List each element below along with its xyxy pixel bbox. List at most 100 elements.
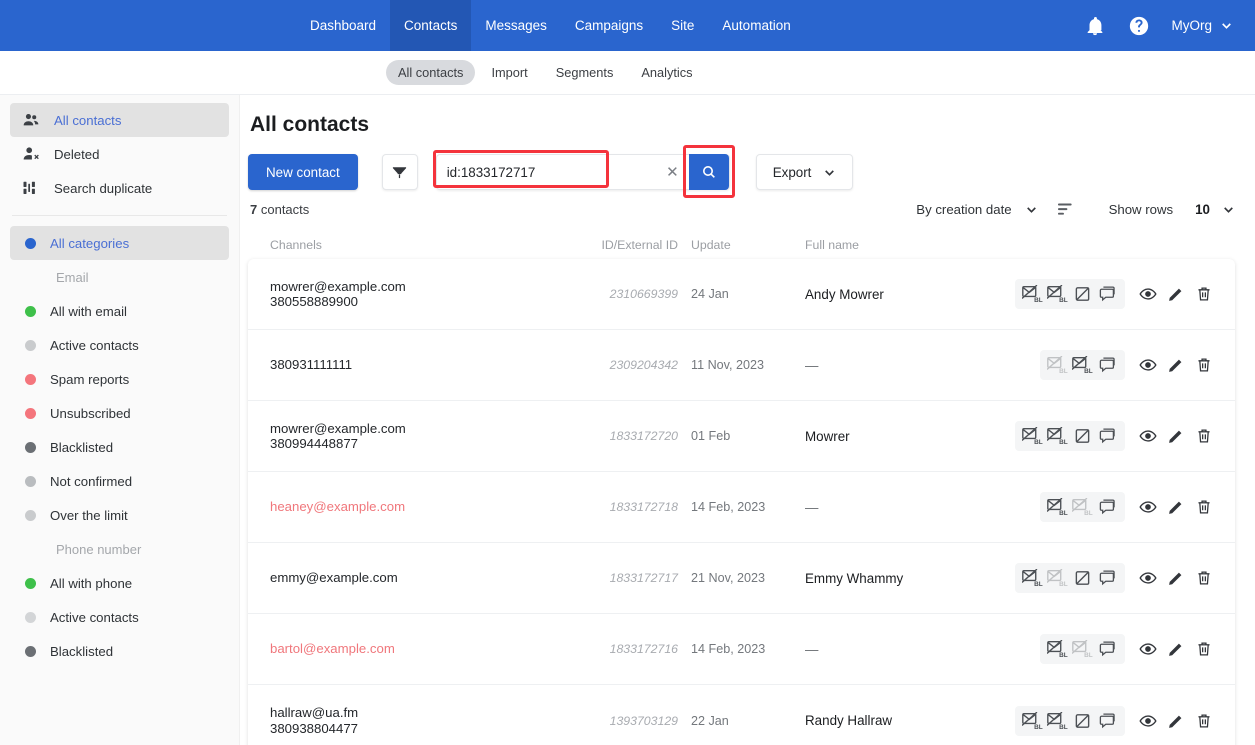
row-action-buttons <box>1139 427 1213 445</box>
email-blacklist-icon[interactable]: BL <box>1047 640 1068 658</box>
sms-blacklist-icon[interactable]: BL <box>1047 711 1068 730</box>
svg-text:BL: BL <box>1059 581 1068 587</box>
chat-icon[interactable] <box>1097 356 1118 374</box>
sms-blacklist-icon[interactable]: BL <box>1072 498 1093 516</box>
subnav-item-analytics[interactable]: Analytics <box>629 60 704 85</box>
table-row[interactable]: mowrer@example.com 380994448877 1833172720… <box>248 401 1235 472</box>
channel-status-icons: BL BL <box>1015 279 1125 309</box>
delete-trash-icon[interactable] <box>1195 285 1213 303</box>
nav-item-dashboard[interactable]: Dashboard <box>296 0 390 51</box>
edit-pencil-icon[interactable] <box>1167 498 1185 516</box>
sort-label: By creation date <box>916 202 1012 217</box>
show-rows-value[interactable]: 10 <box>1195 202 1210 217</box>
edit-pencil-icon[interactable] <box>1167 427 1185 445</box>
chat-icon[interactable] <box>1097 498 1118 516</box>
delete-trash-icon[interactable] <box>1195 569 1213 587</box>
table-row[interactable]: mowrer@example.com 380558889900 2310669399… <box>248 259 1235 330</box>
sms-blacklist-icon[interactable]: BL <box>1072 640 1093 658</box>
sms-blacklist-icon[interactable]: BL <box>1047 427 1068 445</box>
sidebar-item-blacklisted[interactable]: Blacklisted <box>10 430 229 464</box>
table-row[interactable]: emmy@example.com 1833172717 21 Nov, 2023 Em… <box>248 543 1235 614</box>
edit-pencil-icon[interactable] <box>1167 712 1185 730</box>
delete-trash-icon[interactable] <box>1195 498 1213 516</box>
filter-button[interactable] <box>381 154 418 190</box>
sidebar-item-search-duplicate[interactable]: Search duplicate <box>10 171 229 205</box>
sidebar-item-deleted[interactable]: Deleted <box>10 137 229 171</box>
delete-trash-icon[interactable] <box>1195 712 1213 730</box>
view-icon[interactable] <box>1139 640 1157 658</box>
view-icon[interactable] <box>1139 712 1157 730</box>
email-blacklist-icon[interactable]: BL <box>1022 285 1043 303</box>
contact-email: mowrer@example.com <box>270 278 406 294</box>
view-icon[interactable] <box>1139 498 1157 516</box>
sidebar-divider <box>12 215 227 216</box>
sort-lines-icon[interactable] <box>1057 202 1075 217</box>
push-disabled-icon[interactable] <box>1072 427 1093 445</box>
edit-pencil-icon[interactable] <box>1167 285 1185 303</box>
export-button[interactable]: Export <box>755 154 854 190</box>
subnav-item-all-contacts[interactable]: All contacts <box>386 60 476 85</box>
sidebar-item-all-with-email[interactable]: All with email <box>10 294 229 328</box>
sort-select[interactable]: By creation date <box>916 202 1037 217</box>
table-row[interactable]: 380931111111 2309204342 11 Nov, 2023 — BL B… <box>248 330 1235 401</box>
bell-icon[interactable] <box>1084 15 1106 37</box>
subnav-item-import[interactable]: Import <box>479 60 539 85</box>
edit-pencil-icon[interactable] <box>1167 569 1185 587</box>
search-input[interactable] <box>436 155 657 189</box>
view-icon[interactable] <box>1139 285 1157 303</box>
table-row[interactable]: heaney@example.com 1833172718 14 Feb, 2023… <box>248 472 1235 543</box>
chat-icon[interactable] <box>1097 427 1118 445</box>
search-submit-button[interactable] <box>682 145 735 198</box>
nav-item-automation[interactable]: Automation <box>708 0 804 51</box>
email-blacklist-icon[interactable]: BL <box>1022 569 1043 587</box>
delete-trash-icon[interactable] <box>1195 427 1213 445</box>
sidebar-item-active-contacts[interactable]: Active contacts <box>10 328 229 362</box>
cell-channels: 380931111111 <box>270 357 582 372</box>
edit-pencil-icon[interactable] <box>1167 640 1185 658</box>
email-blacklist-icon[interactable]: BL <box>1022 427 1043 445</box>
nav-item-contacts[interactable]: Contacts <box>390 0 472 51</box>
sms-blacklist-icon[interactable]: BL <box>1047 569 1068 587</box>
subnav-item-segments[interactable]: Segments <box>544 60 626 85</box>
org-switcher[interactable]: MyOrg <box>1172 18 1234 33</box>
nav-item-messages[interactable]: Messages <box>471 0 561 51</box>
delete-trash-icon[interactable] <box>1195 640 1213 658</box>
email-blacklist-icon[interactable]: BL <box>1022 711 1043 730</box>
table-row[interactable]: bartol@example.com 1833172716 14 Feb, 2023… <box>248 614 1235 685</box>
sms-blacklist-icon[interactable]: BL <box>1047 285 1068 303</box>
sidebar-item-blacklisted[interactable]: Blacklisted <box>10 634 229 668</box>
chat-icon[interactable] <box>1097 712 1118 730</box>
chevron-down-icon[interactable] <box>1222 203 1235 216</box>
delete-trash-icon[interactable] <box>1195 356 1213 374</box>
sidebar-item-all-contacts[interactable]: All contacts <box>10 103 229 137</box>
nav-item-site[interactable]: Site <box>657 0 708 51</box>
sms-blacklist-icon[interactable]: BL <box>1072 356 1093 374</box>
chat-icon[interactable] <box>1097 569 1118 587</box>
sidebar-item-all-categories[interactable]: All categories <box>10 226 229 260</box>
view-icon[interactable] <box>1139 356 1157 374</box>
table-header-row: Channels ID/External ID Update Full name <box>248 231 1235 259</box>
push-disabled-icon[interactable] <box>1072 569 1093 587</box>
push-disabled-icon[interactable] <box>1072 712 1093 730</box>
email-blacklist-icon[interactable]: BL <box>1047 356 1068 374</box>
sidebar-item-all-with-phone[interactable]: All with phone <box>10 566 229 600</box>
edit-pencil-icon[interactable] <box>1167 356 1185 374</box>
nav-item-campaigns[interactable]: Campaigns <box>561 0 657 51</box>
sidebar-item-not-confirmed[interactable]: Not confirmed <box>10 464 229 498</box>
view-icon[interactable] <box>1139 427 1157 445</box>
table-row[interactable]: hallraw@ua.fm 380938804477 1393703129 22 Ja… <box>248 685 1235 745</box>
help-circle-icon[interactable] <box>1128 15 1150 37</box>
svg-text:BL: BL <box>1059 368 1068 374</box>
chat-icon[interactable] <box>1097 285 1118 303</box>
push-disabled-icon[interactable] <box>1072 285 1093 303</box>
chat-icon[interactable] <box>1097 640 1118 658</box>
view-icon[interactable] <box>1139 569 1157 587</box>
sidebar-item-unsubscribed[interactable]: Unsubscribed <box>10 396 229 430</box>
sidebar-item-active-contacts[interactable]: Active contacts <box>10 600 229 634</box>
sidebar-item-over-the-limit[interactable]: Over the limit <box>10 498 229 532</box>
new-contact-button[interactable]: New contact <box>248 154 358 190</box>
sidebar-item-spam-reports[interactable]: Spam reports <box>10 362 229 396</box>
email-blacklist-icon[interactable]: BL <box>1047 498 1068 516</box>
close-x-icon[interactable]: ✕ <box>656 165 689 180</box>
contact-phone: 380931111111 <box>270 357 353 373</box>
